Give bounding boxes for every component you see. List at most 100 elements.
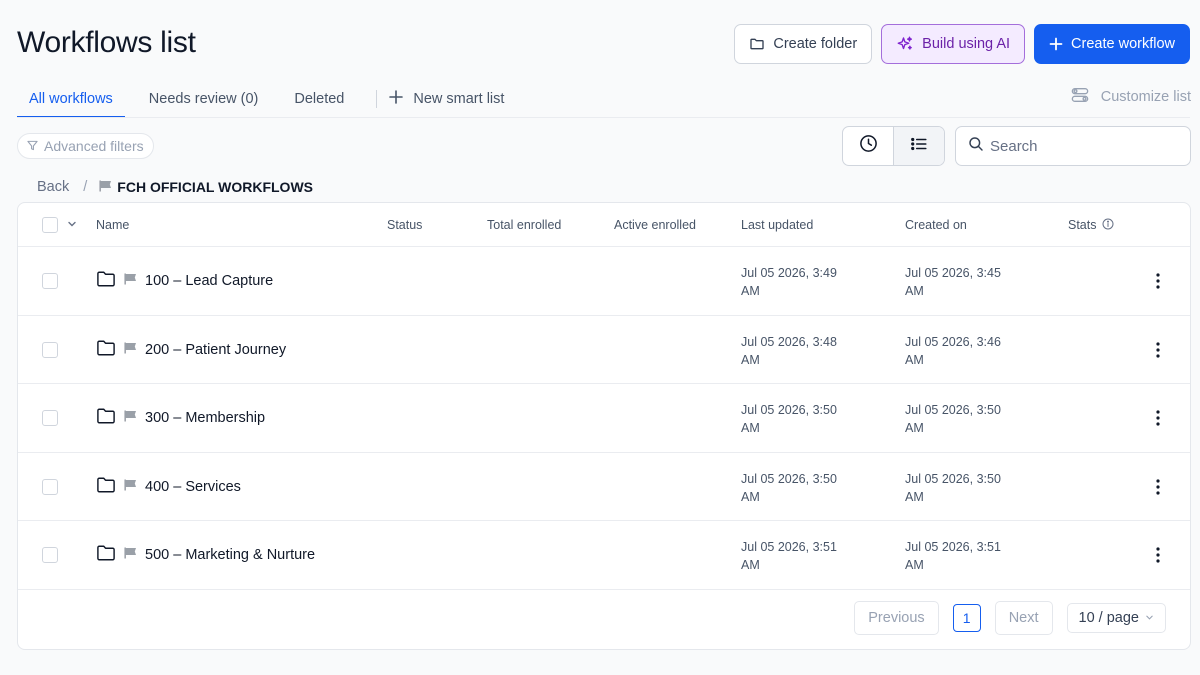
workflow-folder-name[interactable]: 400 – Services bbox=[96, 453, 241, 521]
sparkle-icon bbox=[896, 35, 914, 53]
column-header-created-on[interactable]: Created on bbox=[905, 203, 967, 247]
workflow-folder-name[interactable]: 300 – Membership bbox=[96, 384, 265, 452]
folder-icon bbox=[96, 270, 116, 292]
table-row[interactable]: 100 – Lead Capture Jul 05 2026, 3:49 AM … bbox=[18, 247, 1190, 316]
row-checkbox[interactable] bbox=[42, 547, 58, 563]
breadcrumb-back[interactable]: Back bbox=[37, 179, 69, 195]
last-updated-cell: Jul 05 2026, 3:48 AM bbox=[741, 333, 871, 369]
customize-list-button[interactable]: Customize list bbox=[1071, 86, 1191, 108]
workflow-name: 100 – Lead Capture bbox=[145, 273, 274, 289]
flag-icon bbox=[124, 479, 137, 495]
select-all-group bbox=[42, 203, 77, 247]
created-on-date: Jul 05 2026, 3:45 bbox=[905, 266, 1001, 280]
view-toggle bbox=[842, 126, 945, 166]
new-smart-list-label: New smart list bbox=[413, 91, 505, 107]
folder-icon bbox=[96, 476, 116, 498]
more-options-icon[interactable] bbox=[1148, 545, 1168, 565]
created-on-date: Jul 05 2026, 3:50 bbox=[905, 471, 1001, 486]
create-folder-label: Create folder bbox=[773, 36, 858, 52]
tab-needs-review[interactable]: Needs review (0) bbox=[137, 80, 271, 118]
search-input[interactable] bbox=[990, 137, 1170, 155]
more-options-icon[interactable] bbox=[1148, 477, 1168, 497]
workflow-folder-name[interactable]: 500 – Marketing & Nurture bbox=[96, 521, 315, 589]
row-checkbox[interactable] bbox=[42, 410, 58, 426]
more-options-icon[interactable] bbox=[1148, 408, 1168, 428]
last-updated-cell: Jul 05 2026, 3:49 AM bbox=[741, 264, 871, 300]
created-on-ampm: AM bbox=[905, 352, 924, 367]
advanced-filters-label: Advanced filters bbox=[44, 138, 144, 154]
flag-icon bbox=[124, 342, 137, 358]
table-row[interactable]: 300 – Membership Jul 05 2026, 3:50 AM Ju… bbox=[18, 384, 1190, 453]
more-options-icon[interactable] bbox=[1148, 271, 1168, 291]
new-smart-list-button[interactable]: New smart list bbox=[389, 90, 504, 108]
flag-icon bbox=[99, 179, 112, 195]
customize-list-label: Customize list bbox=[1100, 89, 1191, 105]
table-row[interactable]: 200 – Patient Journey Jul 05 2026, 3:48 … bbox=[18, 316, 1190, 384]
created-on-date: Jul 05 2026, 3:51 bbox=[905, 540, 1001, 554]
header-actions: Create folder Build using AI Create work… bbox=[734, 24, 1190, 64]
column-header-stats-label: Stats bbox=[1068, 218, 1097, 232]
row-checkbox[interactable] bbox=[42, 341, 58, 358]
chevron-down-icon bbox=[1145, 610, 1154, 626]
advanced-filters-button[interactable]: Advanced filters bbox=[17, 133, 154, 159]
last-updated-date: Jul 05 2026, 3:51 bbox=[741, 540, 837, 554]
created-on-ampm: AM bbox=[905, 489, 924, 504]
list-view-button[interactable] bbox=[893, 127, 944, 165]
more-options-icon[interactable] bbox=[1148, 340, 1168, 360]
pagination: Previous 1 Next 10 / page bbox=[854, 601, 1166, 635]
last-updated-cell: Jul 05 2026, 3:50 AM bbox=[741, 401, 871, 437]
search-box bbox=[955, 126, 1191, 166]
column-header-stats[interactable]: Stats bbox=[1068, 203, 1114, 247]
created-on-date: Jul 05 2026, 3:50 bbox=[905, 403, 1001, 417]
workflows-table: Name Status Total enrolled Active enroll… bbox=[17, 202, 1191, 650]
created-on-cell: Jul 05 2026, 3:50 AM bbox=[905, 401, 1035, 437]
search-icon bbox=[968, 136, 984, 157]
page-number-button[interactable]: 1 bbox=[952, 604, 981, 632]
flag-icon bbox=[124, 410, 137, 426]
column-header-last-updated[interactable]: Last updated bbox=[741, 203, 813, 247]
previous-page-button[interactable]: Previous bbox=[854, 601, 939, 635]
tabs-divider-line bbox=[17, 117, 1190, 118]
breadcrumb: Back / FCH OFFICIAL WORKFLOWS bbox=[37, 179, 313, 195]
workflow-name: 500 – Marketing & Nurture bbox=[145, 547, 316, 563]
history-view-button[interactable] bbox=[843, 127, 893, 165]
breadcrumb-separator: / bbox=[83, 179, 88, 195]
column-header-status[interactable]: Status bbox=[387, 203, 422, 247]
column-header-active-enrolled[interactable]: Active enrolled bbox=[614, 203, 696, 247]
last-updated-date: Jul 05 2026, 3:49 bbox=[741, 266, 837, 280]
folder-icon bbox=[96, 407, 116, 429]
created-on-ampm: AM bbox=[905, 558, 924, 572]
page-size-label: 10 / page bbox=[1078, 610, 1139, 626]
row-checkbox[interactable] bbox=[42, 273, 58, 289]
create-workflow-label: Create workflow bbox=[1071, 36, 1175, 52]
flag-icon bbox=[124, 273, 137, 289]
tab-deleted[interactable]: Deleted bbox=[282, 80, 356, 118]
build-using-ai-button[interactable]: Build using AI bbox=[881, 24, 1026, 64]
tab-all-workflows[interactable]: All workflows bbox=[17, 80, 125, 118]
workflow-folder-name[interactable]: 200 – Patient Journey bbox=[96, 316, 286, 384]
flag-icon bbox=[124, 547, 137, 563]
list-icon bbox=[910, 135, 928, 158]
plus-icon bbox=[389, 90, 404, 108]
workflow-folder-name[interactable]: 100 – Lead Capture bbox=[96, 247, 273, 315]
column-header-total-enrolled[interactable]: Total enrolled bbox=[487, 203, 561, 247]
workflow-name: 400 – Services bbox=[145, 478, 241, 495]
tab-divider bbox=[376, 90, 378, 108]
select-all-checkbox[interactable] bbox=[42, 217, 58, 233]
last-updated-ampm: AM bbox=[741, 352, 760, 367]
last-updated-cell: Jul 05 2026, 3:51 AM bbox=[741, 538, 871, 574]
column-header-name[interactable]: Name bbox=[96, 203, 129, 247]
last-updated-ampm: AM bbox=[741, 558, 760, 572]
table-row[interactable]: 400 – Services Jul 05 2026, 3:50 AM Jul … bbox=[18, 453, 1190, 521]
build-using-ai-label: Build using AI bbox=[922, 36, 1011, 52]
created-on-cell: Jul 05 2026, 3:45 AM bbox=[905, 264, 1035, 300]
create-folder-button[interactable]: Create folder bbox=[734, 24, 873, 64]
row-checkbox[interactable] bbox=[42, 478, 58, 495]
created-on-cell: Jul 05 2026, 3:51 AM bbox=[905, 538, 1035, 574]
table-row[interactable]: 500 – Marketing & Nurture Jul 05 2026, 3… bbox=[18, 521, 1190, 590]
create-workflow-button[interactable]: Create workflow bbox=[1034, 24, 1190, 64]
workflow-name: 200 – Patient Journey bbox=[145, 341, 287, 358]
next-page-button[interactable]: Next bbox=[994, 601, 1053, 635]
page-size-select[interactable]: 10 / page bbox=[1066, 603, 1166, 633]
chevron-down-icon[interactable] bbox=[67, 218, 77, 232]
